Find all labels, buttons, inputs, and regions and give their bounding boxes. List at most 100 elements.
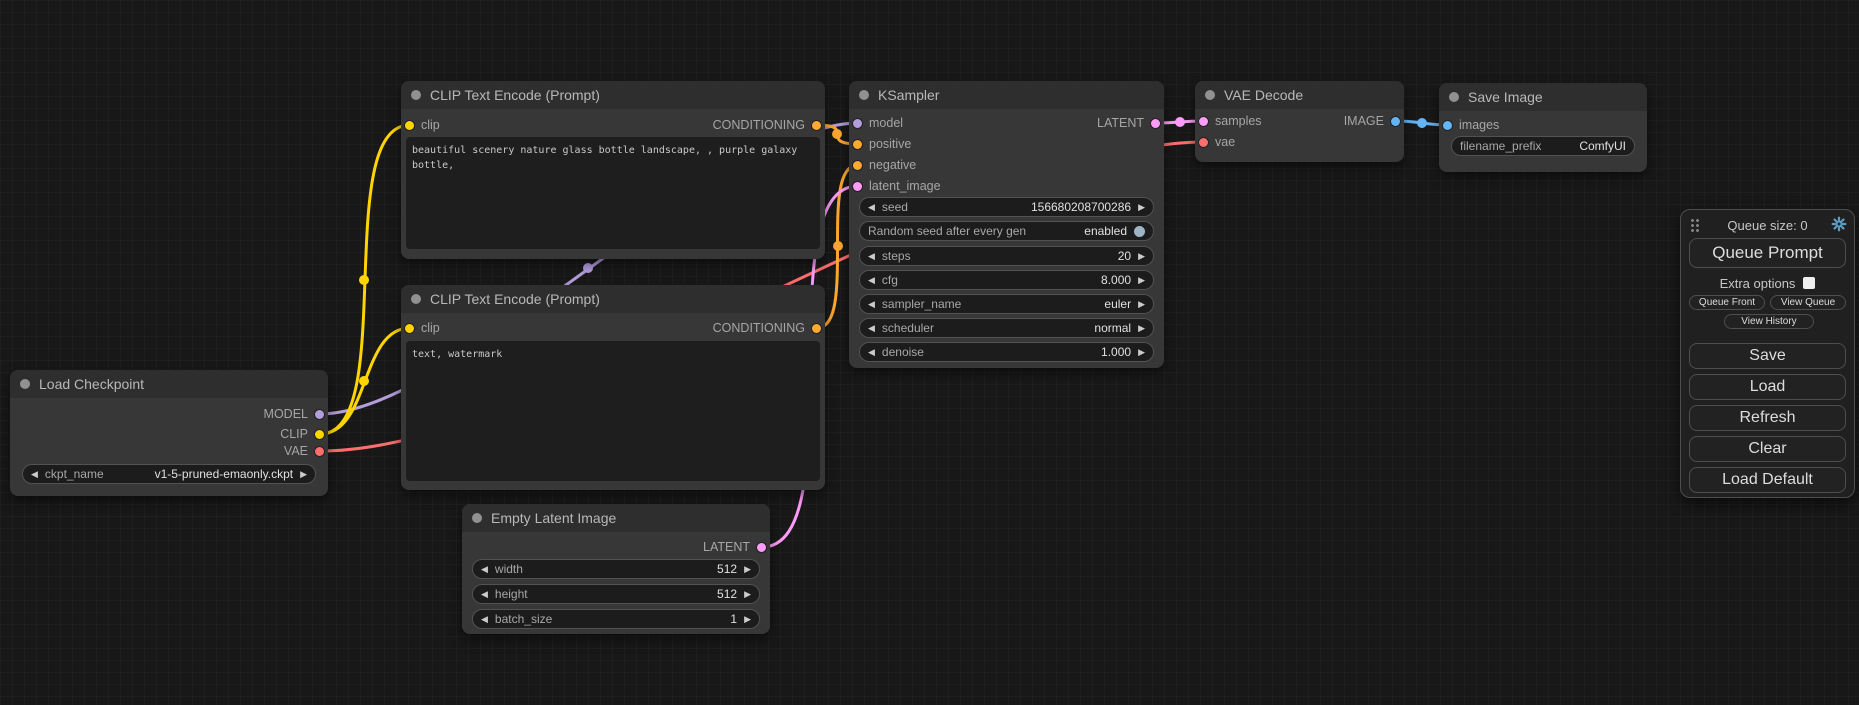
output-slot-vae[interactable] [315, 447, 324, 456]
increment-arrow-icon[interactable]: ▶ [1138, 252, 1145, 261]
node-title-bar[interactable]: CLIP Text Encode (Prompt) [401, 81, 825, 109]
widget-label: height [495, 587, 528, 601]
widget-label: width [495, 562, 523, 576]
node-title-bar[interactable]: Save Image [1439, 83, 1647, 111]
positive-prompt-textarea[interactable]: beautiful scenery nature glass bottle la… [406, 137, 820, 249]
node-ksampler[interactable]: KSampler model positive negative latent_… [849, 81, 1164, 368]
node-clip-text-encode-positive[interactable]: CLIP Text Encode (Prompt) clip CONDITION… [401, 81, 825, 259]
decrement-arrow-icon[interactable]: ◀ [868, 276, 875, 285]
widget-steps[interactable]: ◀ steps 20 ▶ [859, 246, 1154, 266]
input-slot-images[interactable] [1443, 121, 1452, 130]
input-slot-latent-image[interactable] [853, 182, 862, 191]
increment-arrow-icon[interactable]: ▶ [300, 470, 307, 479]
node-title-bar[interactable]: Empty Latent Image [462, 504, 770, 532]
input-slot-negative[interactable] [853, 161, 862, 170]
decrement-arrow-icon[interactable]: ◀ [31, 470, 38, 479]
input-slot-clip[interactable] [405, 121, 414, 130]
link-dot-conditioning-positive [832, 129, 842, 139]
widget-denoise[interactable]: ◀ denoise 1.000 ▶ [859, 342, 1154, 362]
collapse-dot-icon[interactable] [859, 90, 869, 100]
extra-options-checkbox[interactable] [1803, 277, 1815, 289]
widget-label: filename_prefix [1460, 139, 1541, 153]
output-slot-conditioning[interactable] [812, 121, 821, 130]
collapse-dot-icon[interactable] [411, 294, 421, 304]
widget-cfg[interactable]: ◀ cfg 8.000 ▶ [859, 270, 1154, 290]
load-button[interactable]: Load [1689, 374, 1846, 400]
view-queue-button[interactable]: View Queue [1770, 295, 1846, 310]
output-slot-conditioning[interactable] [812, 324, 821, 333]
node-empty-latent-image[interactable]: Empty Latent Image LATENT ◀ width 512 ▶ … [462, 504, 770, 634]
toggle-indicator-icon[interactable] [1134, 226, 1145, 237]
output-slot-latent[interactable] [1151, 119, 1160, 128]
settings-gear-icon[interactable] [1831, 216, 1847, 232]
input-slot-vae[interactable] [1199, 138, 1208, 147]
output-label-image: IMAGE [1344, 114, 1384, 128]
increment-arrow-icon[interactable]: ▶ [1138, 203, 1145, 212]
output-slot-model[interactable] [315, 410, 324, 419]
decrement-arrow-icon[interactable]: ◀ [868, 203, 875, 212]
save-button[interactable]: Save [1689, 343, 1846, 369]
widget-width[interactable]: ◀ width 512 ▶ [472, 559, 760, 579]
decrement-arrow-icon[interactable]: ◀ [481, 590, 488, 599]
link-dot-image [1417, 118, 1427, 128]
node-save-image[interactable]: Save Image images filename_prefix ComfyU… [1439, 83, 1647, 172]
node-vae-decode[interactable]: VAE Decode samples vae IMAGE [1195, 81, 1404, 162]
output-label-vae: VAE [284, 444, 308, 458]
decrement-arrow-icon[interactable]: ◀ [868, 300, 875, 309]
output-slot-image[interactable] [1391, 117, 1400, 126]
increment-arrow-icon[interactable]: ▶ [744, 615, 751, 624]
widget-value: 156680208700286 [915, 200, 1131, 214]
collapse-dot-icon[interactable] [1449, 92, 1459, 102]
decrement-arrow-icon[interactable]: ◀ [868, 324, 875, 333]
refresh-button[interactable]: Refresh [1689, 405, 1846, 431]
decrement-arrow-icon[interactable]: ◀ [868, 348, 875, 357]
output-slot-latent[interactable] [757, 543, 766, 552]
queue-prompt-button[interactable]: Queue Prompt [1689, 238, 1846, 268]
widget-scheduler[interactable]: ◀ scheduler normal ▶ [859, 318, 1154, 338]
comfyui-canvas[interactable]: { "colors": { "model": "#B39DDB", "clip"… [0, 0, 1859, 705]
view-history-button[interactable]: View History [1724, 314, 1814, 329]
node-clip-text-encode-negative[interactable]: CLIP Text Encode (Prompt) clip CONDITION… [401, 285, 825, 490]
widget-label: batch_size [495, 612, 552, 626]
increment-arrow-icon[interactable]: ▶ [1138, 276, 1145, 285]
queue-menu-panel[interactable]: Queue size: 0 Queue Prompt Extra options… [1680, 209, 1855, 498]
decrement-arrow-icon[interactable]: ◀ [868, 252, 875, 261]
collapse-dot-icon[interactable] [1205, 90, 1215, 100]
decrement-arrow-icon[interactable]: ◀ [481, 565, 488, 574]
node-title-bar[interactable]: KSampler [849, 81, 1164, 109]
input-slot-positive[interactable] [853, 140, 862, 149]
increment-arrow-icon[interactable]: ▶ [1138, 348, 1145, 357]
increment-arrow-icon[interactable]: ▶ [744, 565, 751, 574]
input-slot-model[interactable] [853, 119, 862, 128]
negative-prompt-textarea[interactable]: text, watermark [406, 341, 820, 481]
decrement-arrow-icon[interactable]: ◀ [481, 615, 488, 624]
widget-filename-prefix[interactable]: filename_prefix ComfyUI [1451, 136, 1635, 156]
load-default-button[interactable]: Load Default [1689, 467, 1846, 493]
collapse-dot-icon[interactable] [20, 379, 30, 389]
widget-random-seed-toggle[interactable]: Random seed after every gen enabled [859, 221, 1154, 241]
collapse-dot-icon[interactable] [411, 90, 421, 100]
widget-height[interactable]: ◀ height 512 ▶ [472, 584, 760, 604]
queue-size-label: Queue size: 0 [1681, 218, 1854, 233]
input-slot-clip[interactable] [405, 324, 414, 333]
node-title-bar[interactable]: VAE Decode [1195, 81, 1404, 109]
widget-sampler-name[interactable]: ◀ sampler_name euler ▶ [859, 294, 1154, 314]
increment-arrow-icon[interactable]: ▶ [1138, 324, 1145, 333]
input-slot-samples[interactable] [1199, 117, 1208, 126]
queue-front-button[interactable]: Queue Front [1689, 295, 1765, 310]
widget-value: 20 [918, 249, 1131, 263]
widget-seed[interactable]: ◀ seed 156680208700286 ▶ [859, 197, 1154, 217]
widget-ckpt-name[interactable]: ◀ ckpt_name v1-5-pruned-emaonly.ckpt ▶ [22, 464, 316, 484]
link-dot-latent-output [1175, 117, 1185, 127]
increment-arrow-icon[interactable]: ▶ [744, 590, 751, 599]
node-title-bar[interactable]: Load Checkpoint [10, 370, 328, 398]
collapse-dot-icon[interactable] [472, 513, 482, 523]
clear-button[interactable]: Clear [1689, 436, 1846, 462]
widget-batch-size[interactable]: ◀ batch_size 1 ▶ [472, 609, 760, 629]
node-load-checkpoint[interactable]: Load Checkpoint MODEL CLIP VAE ◀ ckpt_na… [10, 370, 328, 496]
increment-arrow-icon[interactable]: ▶ [1138, 300, 1145, 309]
node-title: CLIP Text Encode (Prompt) [430, 291, 600, 307]
node-title-bar[interactable]: CLIP Text Encode (Prompt) [401, 285, 825, 313]
output-slot-clip[interactable] [315, 430, 324, 439]
input-label-images: images [1459, 118, 1499, 132]
